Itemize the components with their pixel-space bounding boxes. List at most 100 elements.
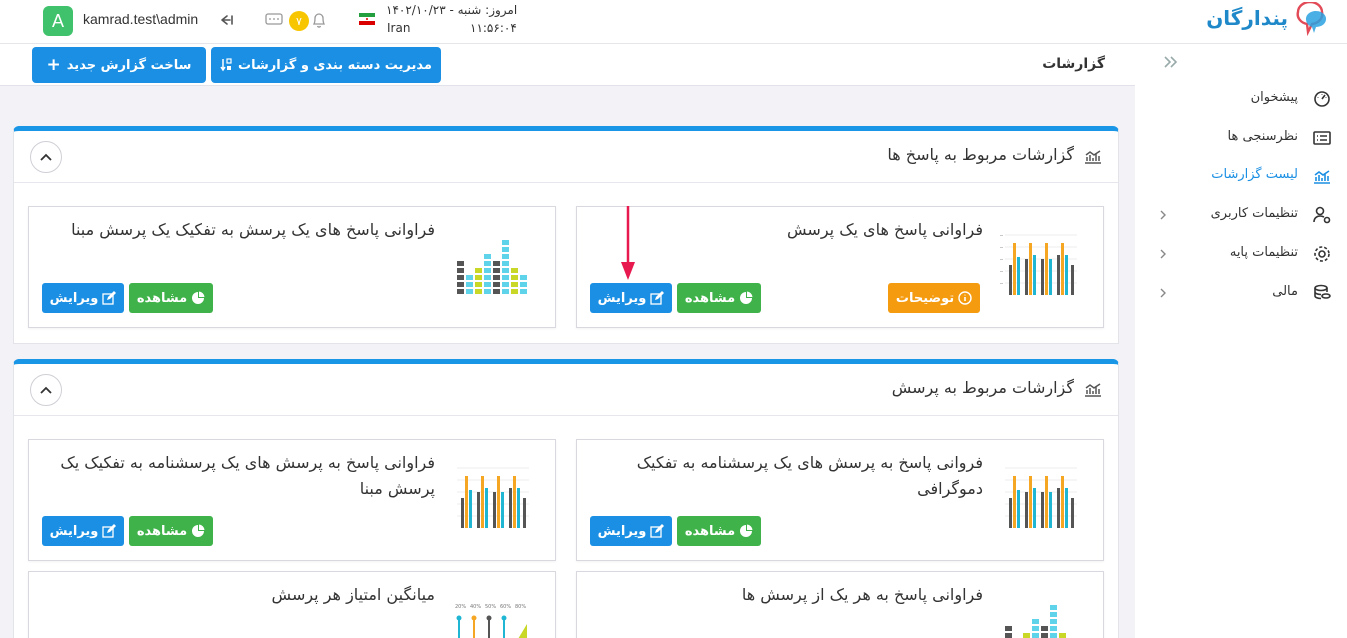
- edit-icon: [650, 291, 665, 305]
- chevron-right-icon: [1160, 210, 1166, 220]
- bar-chart-thumbnail-icon: [1005, 467, 1077, 528]
- chart-line-icon: [1085, 150, 1101, 164]
- bar-chart-thumbnail-icon: [1000, 234, 1077, 295]
- card-title: فراوانی پاسخ های یک پرسش: [787, 220, 983, 239]
- double-chevron-right-icon[interactable]: [1163, 55, 1179, 69]
- stacked-bar-thumbnail-icon: [457, 240, 527, 294]
- edit-button[interactable]: ویرایش: [590, 283, 672, 313]
- sidebar-item-label: تنظیمات کاربری: [1210, 206, 1298, 221]
- report-card: فروانی پاسخ به پرسش های یک پرسشنامه به ت…: [576, 439, 1104, 561]
- view-label: مشاهده: [684, 523, 736, 539]
- edit-button[interactable]: ویرایش: [42, 283, 124, 313]
- edit-button[interactable]: ویرایش: [42, 516, 124, 546]
- sidebar-item-base-settings[interactable]: تنظیمات پایه: [1150, 239, 1336, 269]
- edit-label: ویرایش: [597, 523, 647, 539]
- pie-chart-icon: [192, 291, 205, 304]
- sidebar-item-reports-list[interactable]: لیست گزارشات: [1150, 161, 1336, 191]
- new-report-label: ساخت گزارش جدید: [66, 57, 192, 73]
- page-title: گزارشات: [1042, 56, 1105, 72]
- view-label: مشاهده: [136, 290, 188, 306]
- stacked-bar-thumbnail-icon: [1005, 605, 1066, 638]
- report-card: فراوانی پاسخ به پرسش های یک پرسشنامه به …: [28, 439, 556, 561]
- date-text: امروز: شنبه - ۱۴۰۲/۱۰/۲۳: [386, 3, 518, 17]
- logout-icon[interactable]: [218, 12, 234, 28]
- chevron-up-icon: [40, 153, 52, 161]
- pie-chart-icon: [740, 291, 753, 304]
- card-title: فراوانی پاسخ به هر یک از پرسش ها: [741, 585, 983, 604]
- pie-chart-icon: [740, 524, 753, 537]
- red-arrow-annotation-icon: [621, 206, 635, 280]
- report-card: فراوانی پاسخ به هر یک از پرسش ها: [576, 571, 1104, 638]
- thumb-label: 80%: [515, 604, 526, 610]
- plus-icon: +: [46, 55, 61, 75]
- pie-chart-icon: [192, 524, 205, 537]
- user-settings-icon: [1313, 206, 1331, 224]
- sidebar-item-label: نظرسنجی ها: [1227, 129, 1298, 144]
- card-title: فراوانی پاسخ به پرسش های یک پرسشنامه به …: [60, 453, 435, 498]
- gear-icon: [1314, 246, 1330, 262]
- view-button[interactable]: مشاهده: [677, 516, 761, 546]
- section-title: گزارشات مربوط به پرسش: [891, 378, 1074, 397]
- chat-icon[interactable]: [265, 13, 283, 27]
- section-title: گزارشات مربوط به پاسخ ها: [887, 145, 1074, 164]
- edit-button[interactable]: ویرایش: [590, 516, 672, 546]
- chevron-right-icon: [1160, 288, 1166, 298]
- bar-chart-thumbnail-icon: [457, 467, 529, 528]
- card-title: میانگین امتیاز هر پرسش: [271, 585, 435, 604]
- iran-flag-icon: [359, 13, 375, 25]
- report-card: میانگین امتیاز هر پرسش 20% 40% 50% 60% 8…: [28, 571, 556, 638]
- edit-icon: [102, 524, 117, 538]
- lollipop-chart-thumbnail-icon: 20% 40% 50% 60% 80%: [455, 604, 527, 638]
- list-icon: [1313, 131, 1331, 145]
- sort-icon: [220, 58, 232, 72]
- report-card: فراوانی پاسخ های یک پرسش توضیحات مشاهده …: [576, 206, 1104, 328]
- thumb-label: 60%: [500, 604, 511, 610]
- edit-label: ویرایش: [49, 290, 99, 306]
- section-collapse-button[interactable]: [30, 141, 62, 173]
- chart-icon: [1314, 170, 1330, 184]
- new-report-button[interactable]: ساخت گزارش جدید +: [32, 47, 206, 83]
- logo-text[interactable]: پندارگان: [1206, 6, 1288, 30]
- info-icon: [958, 291, 972, 305]
- view-label: مشاهده: [136, 523, 188, 539]
- view-label: مشاهده: [684, 290, 736, 306]
- top-bar: A kamrad.test\admin ۷ امروز: شنبه - ۱۴۰۲…: [0, 0, 1347, 44]
- card-title: فراوانی پاسخ های یک پرسش به تفکیک یک پرس…: [71, 220, 435, 239]
- sidebar-item-user-settings[interactable]: تنظیمات کاربری: [1150, 200, 1336, 230]
- bell-icon[interactable]: [311, 12, 327, 29]
- card-title: فروانی پاسخ به پرسش های یک پرسشنامه به ت…: [636, 453, 983, 498]
- username[interactable]: kamrad.test\admin: [83, 11, 198, 27]
- section-header: گزارشات مربوط به پاسخ ها: [14, 131, 1118, 183]
- edit-icon: [650, 524, 665, 538]
- sidebar-item-label: مالی: [1272, 284, 1298, 299]
- section-collapse-button[interactable]: [30, 374, 62, 406]
- sidebar-item-label: تنظیمات پایه: [1229, 245, 1298, 260]
- thumb-label: 20%: [455, 604, 466, 610]
- chevron-right-icon: [1160, 249, 1166, 259]
- dashboard-icon: [1314, 91, 1330, 107]
- view-button[interactable]: مشاهده: [129, 283, 213, 313]
- sidebar-item-finance[interactable]: مالی: [1150, 278, 1336, 308]
- view-button[interactable]: مشاهده: [677, 283, 761, 313]
- sidebar-item-label: لیست گزارشات: [1211, 167, 1298, 182]
- edit-label: ویرایش: [49, 523, 99, 539]
- sidebar-item-dashboard[interactable]: پیشخوان: [1150, 84, 1336, 114]
- thumb-label: 40%: [470, 604, 481, 610]
- description-label: توضیحات: [895, 290, 955, 306]
- avatar[interactable]: A: [43, 6, 73, 36]
- manage-categories-button[interactable]: مدیریت دسته بندی و گزارشات: [211, 47, 441, 83]
- time-text: ۱۱:۵۶:۰۴: [470, 21, 517, 35]
- sidebar-item-surveys[interactable]: نظرسنجی ها: [1150, 123, 1336, 153]
- view-button[interactable]: مشاهده: [129, 516, 213, 546]
- report-card: فراوانی پاسخ های یک پرسش به تفکیک یک پرس…: [28, 206, 556, 328]
- sidebar-item-label: پیشخوان: [1250, 90, 1298, 105]
- chevron-up-icon: [40, 386, 52, 394]
- coins-icon: [1314, 284, 1331, 300]
- thumb-label: 50%: [485, 604, 496, 610]
- chart-line-icon: [1085, 383, 1101, 397]
- description-button[interactable]: توضیحات: [888, 283, 980, 313]
- edit-label: ویرایش: [597, 290, 647, 306]
- notification-badge[interactable]: ۷: [289, 11, 309, 31]
- edit-icon: [102, 291, 117, 305]
- country-text: Iran: [387, 21, 411, 35]
